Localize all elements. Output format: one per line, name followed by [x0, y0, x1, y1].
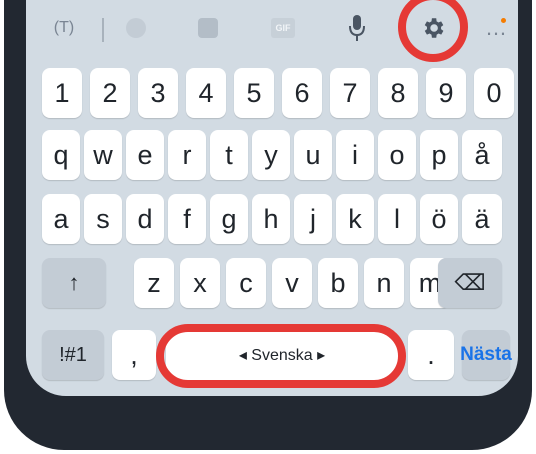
key-j[interactable]: j — [294, 194, 332, 244]
key-4[interactable]: 4 — [186, 68, 226, 118]
key-a-umlaut[interactable]: ä — [462, 194, 502, 244]
notification-dot — [501, 18, 506, 23]
key-5[interactable]: 5 — [234, 68, 274, 118]
key-g[interactable]: g — [210, 194, 248, 244]
key-6[interactable]: 6 — [282, 68, 322, 118]
key-p[interactable]: p — [420, 130, 458, 180]
microphone-glyph — [349, 15, 365, 41]
comma-key[interactable]: , — [112, 330, 156, 380]
key-q[interactable]: q — [42, 130, 80, 180]
translate-icon[interactable]: (T) — [44, 8, 84, 48]
settings-gear-icon[interactable] — [413, 8, 453, 48]
key-x[interactable]: x — [180, 258, 220, 308]
key-h[interactable]: h — [252, 194, 290, 244]
space-bar-language[interactable]: ◂ Svenska ▸ — [166, 330, 398, 380]
key-k[interactable]: k — [336, 194, 374, 244]
key-z[interactable]: z — [134, 258, 174, 308]
more-icon[interactable]: … — [476, 8, 516, 48]
gif-badge: GIF — [271, 18, 295, 38]
backspace-key[interactable]: ⌫ — [438, 258, 502, 308]
key-7[interactable]: 7 — [330, 68, 370, 118]
key-n[interactable]: n — [364, 258, 404, 308]
key-e[interactable]: e — [126, 130, 164, 180]
key-i[interactable]: i — [336, 130, 374, 180]
translate-label: (T) — [53, 19, 75, 36]
key-0[interactable]: 0 — [474, 68, 514, 118]
key-a[interactable]: a — [42, 194, 80, 244]
key-u[interactable]: u — [294, 130, 332, 180]
next-key[interactable]: Nästa — [460, 330, 512, 380]
key-2[interactable]: 2 — [90, 68, 130, 118]
key-c[interactable]: c — [226, 258, 266, 308]
gif-icon[interactable]: GIF — [263, 8, 303, 48]
sticker-shape — [198, 18, 218, 38]
period-key[interactable]: . — [408, 330, 454, 380]
key-b[interactable]: b — [318, 258, 358, 308]
symbols-key[interactable]: !#1 — [42, 330, 104, 380]
key-v[interactable]: v — [272, 258, 312, 308]
key-y[interactable]: y — [252, 130, 290, 180]
key-9[interactable]: 9 — [426, 68, 466, 118]
toolbar-divider — [102, 18, 104, 42]
microphone-icon[interactable] — [337, 8, 377, 48]
key-d[interactable]: d — [126, 194, 164, 244]
phone-frame: (T) GIF … 1 2 3 4 5 6 7 8 9 0 q w e r t … — [4, 0, 532, 450]
key-1[interactable]: 1 — [42, 68, 82, 118]
shift-key[interactable]: ↑ — [42, 258, 106, 308]
gear-icon — [424, 18, 444, 38]
keyboard: (T) GIF … 1 2 3 4 5 6 7 8 9 0 q w e r t … — [26, 0, 518, 396]
sticker-icon[interactable] — [188, 8, 228, 48]
key-a-ring[interactable]: å — [462, 130, 502, 180]
keyboard-toolbar: (T) GIF … — [26, 0, 518, 60]
key-l[interactable]: l — [378, 194, 416, 244]
key-f[interactable]: f — [168, 194, 206, 244]
key-8[interactable]: 8 — [378, 68, 418, 118]
key-t[interactable]: t — [210, 130, 248, 180]
key-o-umlaut[interactable]: ö — [420, 194, 458, 244]
key-o[interactable]: o — [378, 130, 416, 180]
emoji-face — [126, 18, 146, 38]
key-r[interactable]: r — [168, 130, 206, 180]
key-s[interactable]: s — [84, 194, 122, 244]
emoji-icon[interactable] — [116, 8, 156, 48]
key-3[interactable]: 3 — [138, 68, 178, 118]
key-w[interactable]: w — [84, 130, 122, 180]
